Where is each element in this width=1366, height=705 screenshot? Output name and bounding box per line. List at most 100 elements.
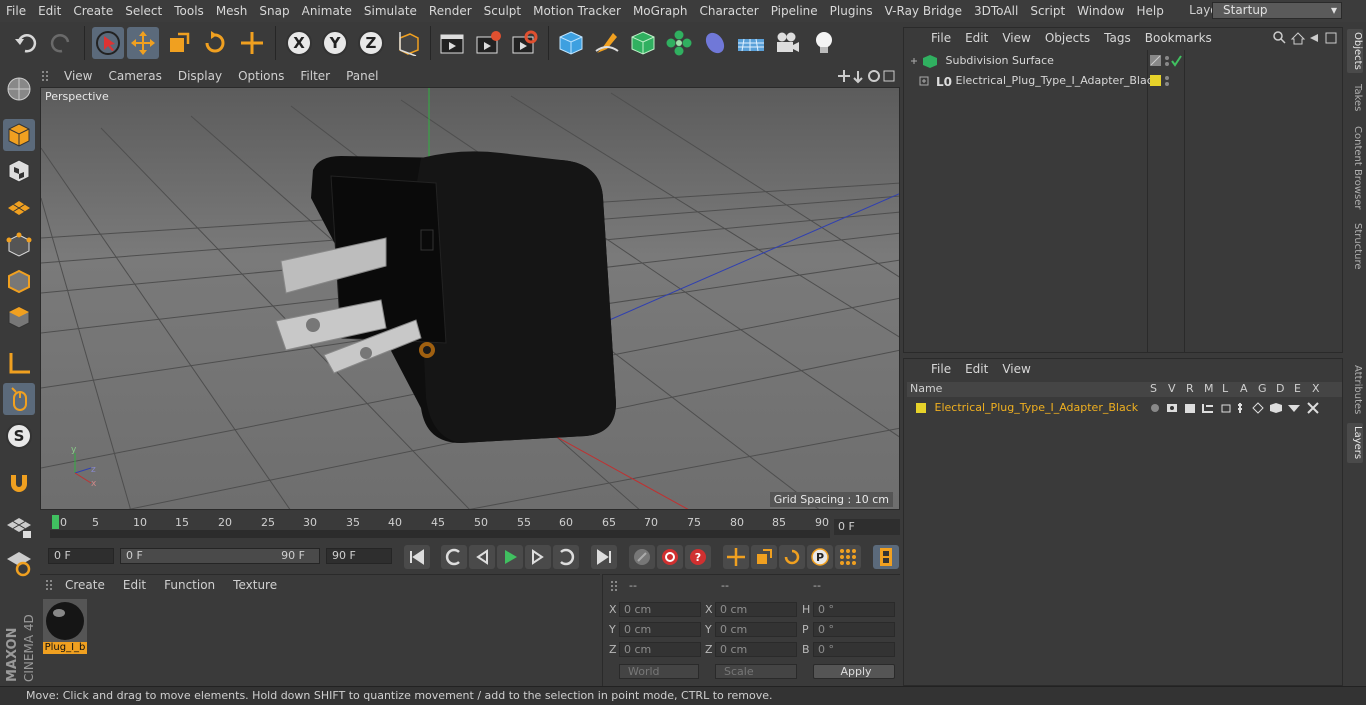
tweak-mode-button[interactable] bbox=[3, 383, 35, 415]
quantize-button[interactable] bbox=[3, 511, 35, 543]
rotation-h-field[interactable]: 0 ° bbox=[813, 602, 895, 617]
add-floor-button[interactable] bbox=[735, 27, 767, 59]
locked-workplane-button[interactable] bbox=[3, 547, 35, 579]
key-pla-button[interactable] bbox=[835, 545, 861, 569]
layout-dropdown[interactable]: Startup bbox=[1212, 2, 1342, 19]
axis-mode-button[interactable] bbox=[3, 347, 35, 379]
menu-3dtoall[interactable]: 3DToAll bbox=[968, 4, 1024, 18]
menu-create[interactable]: Create bbox=[67, 4, 119, 18]
rotation-b-field[interactable]: 0 ° bbox=[813, 642, 895, 657]
column-render[interactable]: R bbox=[1186, 382, 1194, 395]
tab-structure[interactable]: Structure bbox=[1347, 221, 1363, 271]
transform-tool-button[interactable] bbox=[236, 27, 268, 59]
layer-flag-icons[interactable] bbox=[1150, 401, 1320, 418]
end-frame-field[interactable]: 90 F bbox=[326, 548, 392, 564]
perspective-viewport[interactable]: y z x Perspective Grid Spacing : 10 cm bbox=[40, 87, 900, 510]
position-z-field[interactable]: 0 cm bbox=[619, 642, 701, 657]
position-x-field[interactable]: 0 cm bbox=[619, 602, 701, 617]
menu-snap[interactable]: Snap bbox=[253, 4, 295, 18]
redo-button[interactable] bbox=[45, 27, 77, 59]
menu-mesh[interactable]: Mesh bbox=[210, 4, 254, 18]
column-deformers[interactable]: D bbox=[1276, 382, 1284, 395]
render-picture-viewer-button[interactable] bbox=[472, 27, 504, 59]
viewport-menu-options[interactable]: Options bbox=[230, 69, 292, 83]
viewport-menu-cameras[interactable]: Cameras bbox=[100, 69, 169, 83]
key-position-button[interactable] bbox=[723, 545, 749, 569]
column-generators[interactable]: G bbox=[1258, 382, 1267, 395]
add-camera-button[interactable] bbox=[771, 27, 803, 59]
menu-select[interactable]: Select bbox=[119, 4, 168, 18]
previous-frame-button[interactable] bbox=[469, 545, 495, 569]
solo-mode-button[interactable]: S bbox=[3, 420, 35, 452]
column-manager[interactable]: M bbox=[1204, 382, 1214, 395]
autokey-button[interactable] bbox=[657, 545, 683, 569]
column-view[interactable]: V bbox=[1168, 382, 1176, 395]
viewport-nav-icons[interactable] bbox=[836, 68, 896, 87]
menu-tools[interactable]: Tools bbox=[168, 4, 210, 18]
polygons-mode-button[interactable] bbox=[3, 301, 35, 333]
key-scale-button[interactable] bbox=[751, 545, 777, 569]
keyframe-selection-button[interactable]: ? bbox=[685, 545, 711, 569]
menu-help[interactable]: Help bbox=[1130, 4, 1169, 18]
timeline-window-button[interactable] bbox=[873, 545, 899, 569]
material-menu-edit[interactable]: Edit bbox=[114, 578, 155, 592]
menu-vray-bridge[interactable]: V-Ray Bridge bbox=[879, 4, 968, 18]
object-manager-tools[interactable] bbox=[1272, 30, 1338, 49]
menu-script[interactable]: Script bbox=[1024, 4, 1071, 18]
position-y-field[interactable]: 0 cm bbox=[619, 622, 701, 637]
add-cloner-button[interactable] bbox=[663, 27, 695, 59]
key-rotation-button[interactable] bbox=[779, 545, 805, 569]
viewport-menu-panel[interactable]: Panel bbox=[338, 69, 386, 83]
points-mode-button[interactable] bbox=[3, 229, 35, 261]
playhead-marker[interactable] bbox=[52, 515, 59, 529]
add-subdivision-button[interactable] bbox=[627, 27, 659, 59]
make-editable-button[interactable] bbox=[3, 73, 35, 105]
objects-menu-bookmarks[interactable]: Bookmarks bbox=[1138, 31, 1219, 45]
move-tool-button[interactable] bbox=[127, 27, 159, 59]
viewport-menu-view[interactable]: View bbox=[56, 69, 100, 83]
layer-row[interactable]: Electrical_Plug_Type_I_Adapter_Black bbox=[916, 399, 1138, 417]
snap-button[interactable] bbox=[3, 467, 35, 499]
undo-button[interactable] bbox=[10, 27, 42, 59]
go-to-end-button[interactable] bbox=[591, 545, 617, 569]
previous-key-button[interactable] bbox=[441, 545, 467, 569]
timeline-track[interactable] bbox=[50, 530, 830, 538]
scale-tool-button[interactable] bbox=[163, 27, 195, 59]
objects-menu-tags[interactable]: Tags bbox=[1097, 31, 1138, 45]
go-to-start-button[interactable] bbox=[404, 545, 430, 569]
size-mode-dropdown[interactable]: Scale bbox=[715, 664, 797, 679]
select-tool-button[interactable] bbox=[92, 27, 124, 59]
tab-content-browser[interactable]: Content Browser bbox=[1347, 123, 1363, 213]
rotate-tool-button[interactable] bbox=[199, 27, 231, 59]
menu-render[interactable]: Render bbox=[423, 4, 478, 18]
edges-mode-button[interactable] bbox=[3, 265, 35, 297]
render-settings-button[interactable] bbox=[508, 27, 540, 59]
menu-file[interactable]: File bbox=[0, 4, 32, 18]
tab-objects[interactable]: Objects bbox=[1347, 29, 1363, 73]
layers-menu-view[interactable]: View bbox=[995, 362, 1037, 376]
texture-mode-button[interactable] bbox=[3, 155, 35, 187]
apply-button[interactable]: Apply bbox=[813, 664, 895, 679]
size-y-field[interactable]: 0 cm bbox=[715, 622, 797, 637]
add-light-button[interactable] bbox=[808, 27, 840, 59]
column-animation[interactable]: A bbox=[1240, 382, 1248, 395]
layer-color-swatch[interactable] bbox=[916, 403, 926, 413]
render-view-button[interactable] bbox=[436, 27, 468, 59]
object-row-plug-adapter[interactable]: L0 Electrical_Plug_Type_I_Adapter_Black bbox=[918, 72, 1159, 90]
frame-range-slider[interactable]: 0 F 90 F bbox=[120, 548, 320, 564]
rotation-p-field[interactable]: 0 ° bbox=[813, 622, 895, 637]
menu-animate[interactable]: Animate bbox=[296, 4, 358, 18]
next-key-button[interactable] bbox=[553, 545, 579, 569]
model-mode-button[interactable] bbox=[3, 119, 35, 151]
x-axis-lock-button[interactable]: X bbox=[283, 27, 315, 59]
tab-attributes[interactable]: Attributes bbox=[1347, 362, 1363, 418]
layers-menu-edit[interactable]: Edit bbox=[958, 362, 995, 376]
y-axis-lock-button[interactable]: Y bbox=[319, 27, 351, 59]
workplane-mode-button[interactable] bbox=[3, 191, 35, 223]
objects-menu-view[interactable]: View bbox=[995, 31, 1037, 45]
menu-simulate[interactable]: Simulate bbox=[358, 4, 423, 18]
material-menu-create[interactable]: Create bbox=[56, 578, 114, 592]
z-axis-lock-button[interactable]: Z bbox=[355, 27, 387, 59]
viewport-menu-filter[interactable]: Filter bbox=[292, 69, 338, 83]
subdivision-visibility-toggles[interactable] bbox=[1150, 54, 1182, 71]
